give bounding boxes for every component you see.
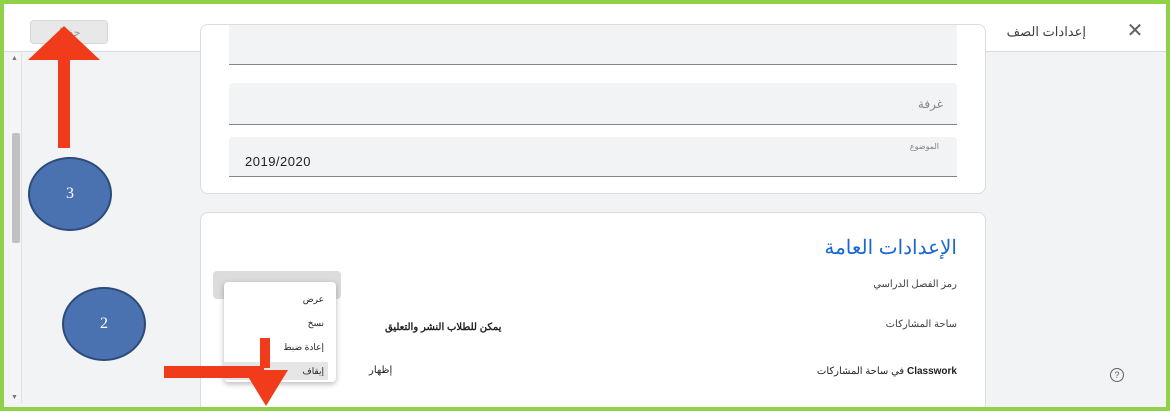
help-icon[interactable]: ? [1110,368,1124,382]
classwork-on-stream-label: Classwork في ساحة المشاركات [817,366,957,377]
section-field[interactable] [229,25,957,65]
general-settings-title: الإعدادات العامة [824,237,957,259]
classwork-brand: Classwork [906,366,957,377]
subject-field-value: 2019/2020 [245,154,311,169]
class-details-card: غرفة الموضوع 2019/2020 [200,24,986,194]
scroll-up-arrow-icon[interactable]: ▲ [11,55,18,62]
dialog-title: إعدادات الصف [1006,24,1086,39]
save-button[interactable]: حفظ [30,20,108,44]
close-icon[interactable]: ✕ [1124,20,1146,42]
class-code-label: رمز الفصل الدراسي [873,279,957,290]
stream-label: ساحة المشاركات [885,319,957,330]
menu-item-copy[interactable]: نسخ [224,318,328,332]
menu-item-display[interactable]: عرض [224,294,328,308]
step-2-badge: 2 [62,287,146,361]
menu-item-disable[interactable]: إيقاف [224,362,328,380]
step-3-badge: 3 [28,157,112,231]
class-settings-dialog: حفظ إعدادات الصف ✕ ▲ ▼ غرفة الموضوع 2019… [4,4,1166,407]
scroll-down-arrow-icon[interactable]: ▼ [11,394,18,401]
room-field[interactable]: غرفة [229,83,957,125]
classwork-label-rest: في ساحة المشاركات [816,366,907,377]
subject-field-label: الموضوع [909,142,939,151]
vertical-scrollbar[interactable]: ▲ ▼ [10,53,22,403]
subject-field[interactable]: الموضوع 2019/2020 [229,137,957,177]
menu-item-reset[interactable]: إعادة ضبط [224,342,328,356]
class-code-menu: عرض نسخ إعادة ضبط إيقاف [224,282,336,382]
room-field-label: غرفة [917,97,943,111]
stream-permission-select[interactable]: يمكن للطلاب النشر والتعليق [385,322,501,333]
classwork-visibility-select[interactable]: إظهار [369,365,392,376]
scrollbar-thumb[interactable] [12,133,20,243]
